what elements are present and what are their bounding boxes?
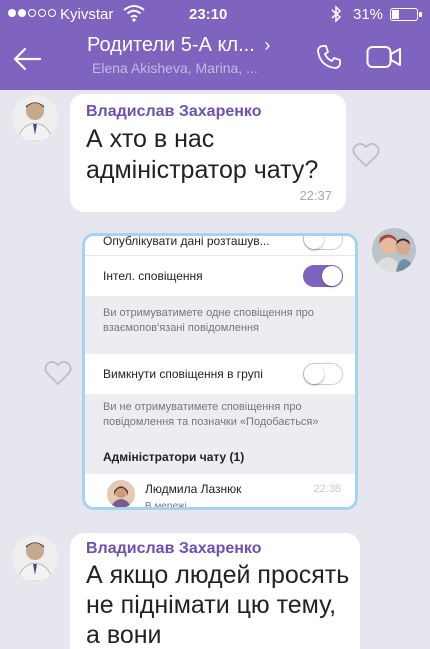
chat-participants: Elena Akisheva, Marina, ... xyxy=(92,60,258,76)
location-toggle xyxy=(303,236,343,250)
signal-strength-icon xyxy=(8,9,56,17)
message-text: А хто в нас адміністратор чату? xyxy=(86,125,319,184)
admin-time: 22:38 xyxy=(313,483,341,495)
wifi-icon xyxy=(123,5,145,22)
chat-title-text: Родители 5-А кл... xyxy=(87,34,255,56)
status-time: 23:10 xyxy=(189,6,228,23)
sender-avatar[interactable] xyxy=(12,535,58,581)
bluetooth-icon xyxy=(331,5,342,23)
heart-icon[interactable] xyxy=(44,360,72,386)
chat-header: Kyivstar 23:10 31% Родители 5-А кл... › … xyxy=(0,0,430,90)
avatar-image xyxy=(12,535,58,581)
smart-notifications-toggle xyxy=(303,265,343,287)
heart-icon[interactable] xyxy=(352,142,380,168)
own-avatar[interactable] xyxy=(372,228,416,272)
mute-group-note: Ви не отримуватимете сповіщення про пові… xyxy=(103,401,319,428)
message-time: 22:37 xyxy=(299,188,332,203)
admin-avatar xyxy=(107,480,135,507)
carrier-name: Kyivstar xyxy=(60,6,114,23)
sender-name[interactable]: Владислав Захаренко xyxy=(86,540,261,558)
avatar-image xyxy=(12,95,58,141)
shared-screenshot-image[interactable]: Опублікувати дані розташув... Інтел. спо… xyxy=(82,233,358,510)
chat-title[interactable]: Родители 5-А кл... › xyxy=(87,34,270,57)
back-arrow-icon[interactable] xyxy=(12,44,42,74)
mute-group-row: Вимкнути сповіщення в групі xyxy=(85,354,355,394)
sender-avatar[interactable] xyxy=(12,95,58,141)
phone-icon[interactable] xyxy=(314,42,344,72)
smart-notifications-note: Ви отримуватимете одне сповіщення про вз… xyxy=(103,307,314,334)
avatar-image xyxy=(372,228,416,272)
chevron-right-icon: › xyxy=(264,35,271,55)
admin-row: Людмила Лазнюк В мережі 22:38 xyxy=(85,474,355,510)
message-bubble[interactable]: Владислав Захаренко А хто в нас адмініст… xyxy=(70,94,346,212)
mute-group-note-area: Ви не отримуватимете сповіщення про пові… xyxy=(85,394,355,474)
admin-name: Людмила Лазнюк xyxy=(145,482,242,496)
battery-icon xyxy=(390,8,422,21)
smart-notifications-row: Інтел. сповіщення xyxy=(85,256,355,296)
smart-notifications-note-area: Ви отримуватимете одне сповіщення про вз… xyxy=(85,296,355,354)
chat-admins-title: Адміністратори чату (1) xyxy=(103,450,245,464)
location-setting-row: Опублікувати дані розташув... xyxy=(85,236,355,256)
status-bar: Kyivstar 23:10 31% xyxy=(0,0,430,30)
message-bubble[interactable]: Владислав Захаренко А якщо людей просять… xyxy=(70,533,360,649)
smart-notifications-label: Інтел. сповіщення xyxy=(103,269,203,283)
mute-group-toggle xyxy=(303,363,343,385)
location-setting-label: Опублікувати дані розташув... xyxy=(103,234,270,248)
mute-group-label: Вимкнути сповіщення в групі xyxy=(103,367,263,381)
admin-status: В мережі xyxy=(145,501,187,510)
battery-percent: 31% xyxy=(353,6,384,23)
video-camera-icon[interactable] xyxy=(366,44,402,70)
sender-name[interactable]: Владислав Захаренко xyxy=(86,103,261,121)
message-text: А якщо людей просять не піднімати цю тем… xyxy=(86,561,350,649)
